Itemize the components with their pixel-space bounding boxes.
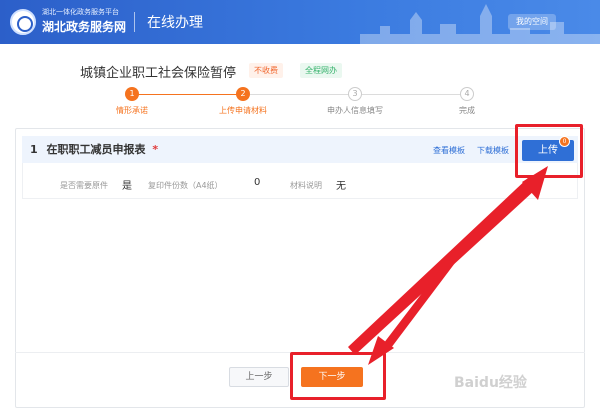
logo-title[interactable]: 湖北政务服务网	[42, 18, 126, 35]
previous-step-button[interactable]: 上一步	[229, 367, 289, 387]
step-4-label: 完成	[459, 106, 475, 115]
step-1-indicator: 1	[125, 87, 139, 101]
step-2-label: 上传申请材料	[219, 106, 267, 115]
top-header: 湖北一体化政务服务平台 湖北政务服务网 在线办理 我的空间	[0, 0, 600, 44]
original-required-value: 是	[122, 181, 132, 192]
copy-count-value: 0	[254, 177, 261, 188]
material-note-value: 无	[336, 181, 346, 192]
online-badge: 全程网办	[300, 63, 342, 78]
step-connector-2	[250, 94, 355, 95]
download-template-link[interactable]: 下载模板	[477, 145, 509, 156]
copy-count-label: 复印件份数（A4纸）	[148, 181, 223, 190]
step-4-indicator: 4	[460, 87, 474, 101]
step-3-label: 申办人信息填写	[327, 106, 383, 115]
portal-logo-icon[interactable]	[10, 9, 36, 35]
user-space-button[interactable]: 我的空间	[508, 14, 556, 30]
logo-subtitle: 湖北一体化政务服务平台	[42, 8, 119, 16]
header-section-title: 在线办理	[147, 15, 203, 31]
step-1-label: 情形承诺	[116, 106, 148, 115]
material-name: 在职职工减员申报表	[46, 143, 146, 156]
step-2-indicator: 2	[236, 87, 250, 101]
material-index: 1	[30, 143, 38, 156]
fee-badge: 不收费	[249, 63, 283, 78]
required-mark: *	[152, 143, 159, 156]
header-divider	[134, 12, 135, 32]
page-title: 城镇企业职工社会保险暂停	[80, 66, 237, 81]
material-title: 1 在职职工减员申报表 *	[30, 141, 158, 157]
step-connector-1	[132, 94, 243, 95]
step-3-indicator: 3	[348, 87, 362, 101]
original-required-label: 是否需要原件	[60, 181, 108, 190]
skyline-decoration-icon	[360, 4, 600, 44]
material-note-label: 材料说明	[290, 181, 322, 190]
baidu-watermark: Baidu经验	[454, 375, 527, 391]
step-connector-3	[362, 94, 467, 95]
view-sample-link[interactable]: 查看模板	[433, 145, 465, 156]
upload-highlight-box	[515, 124, 583, 178]
next-step-highlight-box	[290, 352, 386, 400]
